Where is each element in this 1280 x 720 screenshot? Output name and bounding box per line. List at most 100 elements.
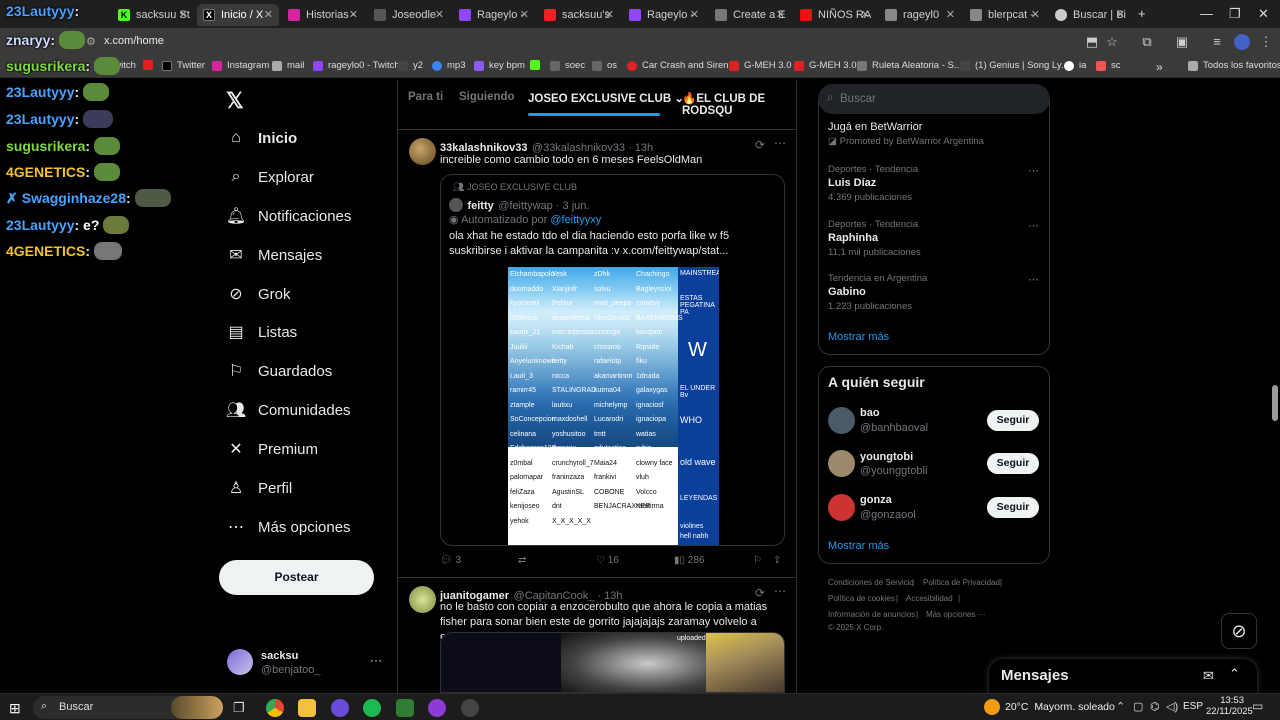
close-tab-icon[interactable]: ✕: [264, 8, 273, 21]
account-switcher[interactable]: sacksu @benjatoo_ ···: [219, 643, 389, 683]
tray-icon[interactable]: ▢: [1133, 700, 1143, 713]
close-tab-icon[interactable]: ✕: [605, 8, 614, 21]
taskbar-search[interactable]: ⌕ Buscar: [33, 696, 223, 719]
profile-icon[interactable]: [1234, 34, 1250, 50]
network-icon[interactable]: ⌬: [1150, 700, 1160, 713]
new-tab-button[interactable]: +: [1138, 6, 1146, 21]
url-field[interactable]: ⚙ x.com/home: [80, 31, 1080, 53]
browser-tab[interactable]: Ksacksuu St ✕: [112, 4, 194, 26]
media-icon[interactable]: ▣: [1174, 34, 1190, 50]
close-tab-icon[interactable]: ✕: [946, 8, 955, 21]
follow-name[interactable]: youngtobi: [860, 451, 913, 463]
footer-link[interactable]: Información de anuncios: [828, 610, 915, 619]
bookmark-button[interactable]: ⚐: [753, 555, 762, 566]
sidebar-item-perfil[interactable]: ♙ Perfil: [227, 479, 292, 498]
follow-button[interactable]: Seguir: [987, 497, 1039, 518]
task-view-icon[interactable]: ❐: [233, 700, 245, 716]
volume-icon[interactable]: ◁): [1166, 700, 1178, 713]
sidebar-item-premium[interactable]: ✕ Premium: [227, 440, 318, 459]
quote-tweet[interactable]: 👥︎ JOSEO EXCLUSIVE CLUB feitty @feittywa…: [440, 174, 785, 546]
browser-tab[interactable]: sacksuu's ✕: [538, 4, 620, 26]
bookmark[interactable]: mp3: [432, 60, 465, 71]
follow-name[interactable]: bao: [860, 407, 880, 419]
close-tab-icon[interactable]: ✕: [435, 8, 444, 21]
footer-link[interactable]: Más opciones ···: [926, 610, 986, 619]
footer-link[interactable]: Condiciones de Servicio: [828, 578, 914, 587]
trend-title[interactable]: Luis Díaz: [828, 177, 876, 189]
close-tab-icon[interactable]: ✕: [179, 8, 188, 21]
app-icon[interactable]: [331, 699, 349, 717]
more-icon[interactable]: ···: [370, 653, 382, 667]
tab-joseo-exclusive-club[interactable]: JOSEO EXCLUSIVE CLUB ⌄: [528, 91, 684, 105]
close-tab-icon[interactable]: ✕: [690, 8, 699, 21]
bookmark[interactable]: [530, 60, 545, 70]
close-tab-icon[interactable]: ✕: [861, 8, 870, 21]
post-button[interactable]: Postear: [219, 560, 374, 595]
grok-icon[interactable]: ⊘: [1221, 613, 1257, 649]
maximize-icon[interactable]: ❐: [1229, 6, 1241, 22]
spotify-icon[interactable]: [363, 699, 381, 717]
share-button[interactable]: ⇪: [773, 555, 781, 566]
sidebar-item-notificaciones[interactable]: 🔔︎ Notificaciones: [226, 207, 352, 226]
iceberg-meme-image[interactable]: Elchambapolo Yesk zDhk Chachingo doomaddo Xia…: [508, 267, 719, 545]
sidebar-item-inicio[interactable]: ⌂ Inicio: [227, 129, 297, 147]
tweet[interactable]: 33kalashnikov33 @33kalashnikov33 · 13h ⟳…: [398, 130, 796, 578]
footer-link[interactable]: Política de cookies: [828, 594, 895, 603]
show-more-follow-link[interactable]: Mostrar más: [828, 540, 889, 552]
like-button[interactable]: ♡ 16: [596, 555, 619, 566]
app-icon[interactable]: [428, 699, 446, 717]
show-more-trends-link[interactable]: Mostrar más: [828, 331, 889, 343]
weather-text[interactable]: 20°C Mayorm. soleado: [1005, 701, 1115, 713]
windows-start-icon[interactable]: ⊞: [9, 700, 21, 717]
tray-chevron-icon[interactable]: ⌃: [1116, 700, 1125, 713]
footer-link[interactable]: Política de Privacidad: [923, 578, 1000, 587]
star-icon[interactable]: ☆: [1104, 34, 1120, 50]
bookmark[interactable]: y2: [398, 60, 423, 71]
bookmark[interactable]: key bpm: [474, 60, 525, 71]
all-bookmarks[interactable]: Todos los favoritos: [1188, 60, 1280, 71]
sidebar-item-grok[interactable]: ⊘ Grok: [227, 285, 290, 304]
new-message-icon[interactable]: ✉: [1203, 668, 1214, 684]
views-button[interactable]: ▮▯ 286: [674, 555, 704, 566]
more-icon[interactable]: ⋯: [1028, 219, 1039, 232]
sidebar-item-guardados[interactable]: ⚐ Guardados: [227, 362, 332, 381]
reading-icon[interactable]: ≡: [1209, 34, 1225, 50]
grok-icon[interactable]: ⟳: [755, 586, 765, 600]
sidebar-item-mensajes[interactable]: ✉ Mensajes: [227, 246, 322, 265]
bookmarks-more-button[interactable]: »: [1156, 60, 1163, 74]
close-tab-icon[interactable]: ✕: [520, 8, 529, 21]
extensions-icon[interactable]: ⧉: [1139, 34, 1155, 50]
bookmark[interactable]: Ruleta Aleatoria - S...: [857, 60, 962, 71]
language-indicator[interactable]: ESP: [1183, 701, 1203, 712]
promo-title[interactable]: Jugá en BetWarrior: [828, 121, 922, 133]
bookmark[interactable]: soec: [550, 60, 585, 71]
close-tab-icon[interactable]: ✕: [1116, 8, 1125, 21]
browser-tab[interactable]: Joseodle ✕: [368, 4, 450, 26]
tweet-media[interactable]: uploaded: [440, 632, 785, 693]
grok-icon[interactable]: ⟳: [755, 138, 765, 152]
retweet-button[interactable]: ⇄: [518, 555, 529, 566]
close-tab-icon[interactable]: ✕: [349, 8, 358, 21]
tab-siguiendo[interactable]: Siguiendo: [459, 91, 515, 103]
follow-name[interactable]: gonza: [860, 494, 892, 506]
browser-tab-active[interactable]: X Inicio / X ✕: [197, 4, 279, 26]
bookmark[interactable]: ia: [1064, 60, 1086, 71]
browser-tab[interactable]: blerpcat - ✕: [964, 4, 1046, 26]
tab-para-ti[interactable]: Para ti: [408, 91, 443, 103]
chevron-up-icon[interactable]: ⌃: [1229, 666, 1240, 682]
clock[interactable]: 13:53 22/11/2025: [1206, 695, 1253, 717]
browser-tab[interactable]: Historias - ✕: [282, 4, 364, 26]
tweet[interactable]: juanitogamer @CapitanCook_ · 13h ⟳ ⋯ no …: [398, 579, 796, 693]
more-icon[interactable]: ⋯: [1028, 164, 1039, 177]
footer-link[interactable]: Accesibilidad: [906, 594, 953, 603]
bookmark[interactable]: sc: [1096, 60, 1121, 71]
sidebar-item-comunidades[interactable]: 👥︎ Comunidades: [226, 401, 351, 420]
tab-el-club[interactable]: 🔥EL CLUB DE RODSQU: [682, 91, 796, 117]
weather-icon[interactable]: [984, 699, 1000, 715]
install-icon[interactable]: ⬒: [1084, 34, 1100, 50]
more-icon[interactable]: ⋯: [774, 584, 786, 598]
more-icon[interactable]: ⋯: [774, 136, 786, 150]
site-info-icon[interactable]: ⚙: [86, 35, 96, 48]
follow-button[interactable]: Seguir: [987, 453, 1039, 474]
bookmark[interactable]: G-MEH 3.0: [794, 60, 857, 71]
